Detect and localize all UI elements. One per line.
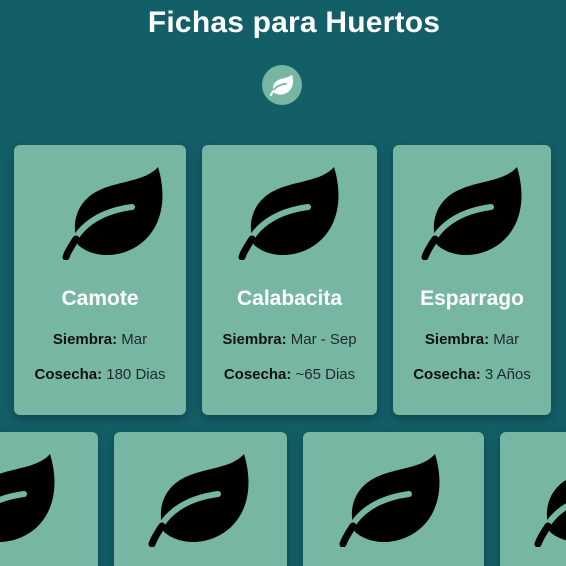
leaf-icon <box>62 165 167 260</box>
leaf-icon <box>270 74 293 96</box>
siembra-label: Siembra: <box>424 331 490 348</box>
card-title: Esparrago <box>420 287 524 310</box>
card-title: Calabacita <box>236 287 343 310</box>
page: Fichas para Huertos Camote Siembra: Mar … <box>0 0 566 566</box>
siembra-value: Mar <box>493 331 520 348</box>
card-esparrago[interactable]: Esparrago Siembra: Mar Cosecha: 3 Años <box>393 145 551 415</box>
card-bottom-4[interactable] <box>500 432 566 566</box>
leaf-icon <box>0 452 59 547</box>
card-camote[interactable]: Camote Siembra: Mar Cosecha: 180 Dias <box>14 145 186 415</box>
card-siembra: Siembra: Mar <box>393 331 551 348</box>
card-siembra: Siembra: Mar <box>14 331 186 348</box>
leaf-icon <box>148 452 253 547</box>
cosecha-value: 180 Dias <box>106 366 166 383</box>
leaf-icon <box>238 165 343 260</box>
card-cosecha: Cosecha: ~65 Dias <box>202 366 377 383</box>
card-bottom-2[interactable] <box>114 432 287 566</box>
logo[interactable] <box>262 65 302 105</box>
card-calabacita[interactable]: Calabacita Siembra: Mar - Sep Cosecha: ~… <box>202 145 377 415</box>
card-cosecha: Cosecha: 180 Dias <box>14 366 186 383</box>
leaf-icon <box>421 165 526 260</box>
card-siembra: Siembra: Mar - Sep <box>202 331 377 348</box>
card-bottom-1[interactable] <box>0 432 98 566</box>
card-cosecha: Cosecha: 3 Años <box>393 366 551 383</box>
siembra-value: Mar - Sep <box>290 331 357 348</box>
page-title: Fichas para Huertos <box>147 6 441 39</box>
leaf-icon <box>534 452 566 547</box>
cosecha-value: ~65 Dias <box>295 366 356 383</box>
siembra-value: Mar <box>121 331 148 348</box>
cosecha-value: 3 Años <box>484 366 531 383</box>
leaf-icon <box>339 452 444 547</box>
cosecha-label: Cosecha: <box>223 366 292 383</box>
siembra-label: Siembra: <box>222 331 287 348</box>
card-bottom-3[interactable] <box>303 432 484 566</box>
cosecha-label: Cosecha: <box>34 366 103 383</box>
card-title: Camote <box>61 287 139 310</box>
cosecha-label: Cosecha: <box>413 366 481 383</box>
siembra-label: Siembra: <box>52 331 118 348</box>
